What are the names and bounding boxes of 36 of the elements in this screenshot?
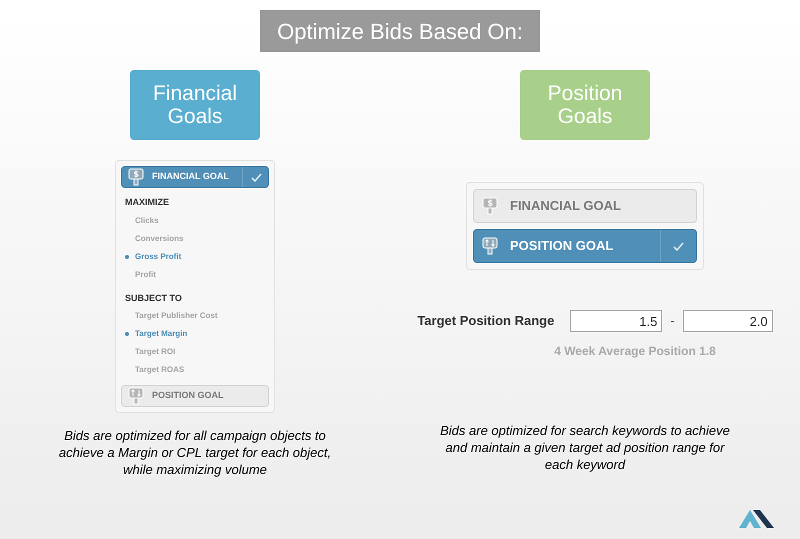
range-label: Target Position Range — [417, 312, 554, 330]
arrows-icon — [128, 387, 144, 405]
goal-button[interactable]: POSITION GOAL — [121, 385, 269, 407]
section-label: SUBJECT TO — [125, 292, 183, 304]
bullet-icon — [125, 254, 129, 258]
section-label: MAXIMIZE — [125, 196, 170, 209]
range-to-field[interactable]: 2.0 — [682, 310, 773, 332]
range-separator: - — [670, 312, 675, 330]
check-icon — [673, 242, 684, 250]
option-item[interactable]: Conversions — [125, 230, 265, 248]
caption: Bids are optimized for all campaign objects to achieve a Margin or CPL target for each object, while maximizing volume — [58, 427, 332, 478]
category-heading: Position Goals — [520, 70, 650, 140]
goal-button[interactable]: FINANCIAL GOAL — [121, 166, 269, 188]
check-icon — [251, 172, 262, 182]
option-item[interactable]: Target Margin — [125, 325, 265, 343]
option-item[interactable]: Profit — [125, 266, 265, 284]
goal-label: POSITION GOAL — [152, 389, 225, 402]
arrows-icon — [482, 237, 498, 255]
option-item[interactable]: Clicks — [125, 212, 265, 230]
option-item[interactable]: Target ROAS — [125, 361, 265, 379]
category-heading: Financial Goals — [130, 70, 260, 140]
goal-label: FINANCIAL GOAL — [510, 197, 622, 216]
range-from-field[interactable]: 1.5 — [570, 310, 662, 332]
average-note: 4 Week Average Position 1.8 — [554, 343, 716, 360]
option-item[interactable]: Target Publisher Cost — [125, 307, 265, 325]
option-item[interactable]: Gross Profit — [125, 248, 265, 266]
dollar-sign-icon — [482, 197, 498, 215]
bullet-icon — [125, 332, 129, 336]
option-item[interactable]: Target ROI — [125, 343, 265, 361]
slide-title: Optimize Bids Based On: — [260, 10, 540, 52]
goal-label: FINANCIAL GOAL — [152, 170, 230, 184]
dollar-sign-icon — [128, 168, 144, 186]
goal-label: POSITION GOAL — [510, 237, 614, 256]
caption: Bids are optimized for search keywords to achieve and maintain a given target ad position range for each keyword — [439, 422, 731, 473]
goal-button[interactable]: POSITION GOAL — [473, 229, 697, 263]
goal-button[interactable]: FINANCIAL GOAL — [473, 189, 697, 223]
